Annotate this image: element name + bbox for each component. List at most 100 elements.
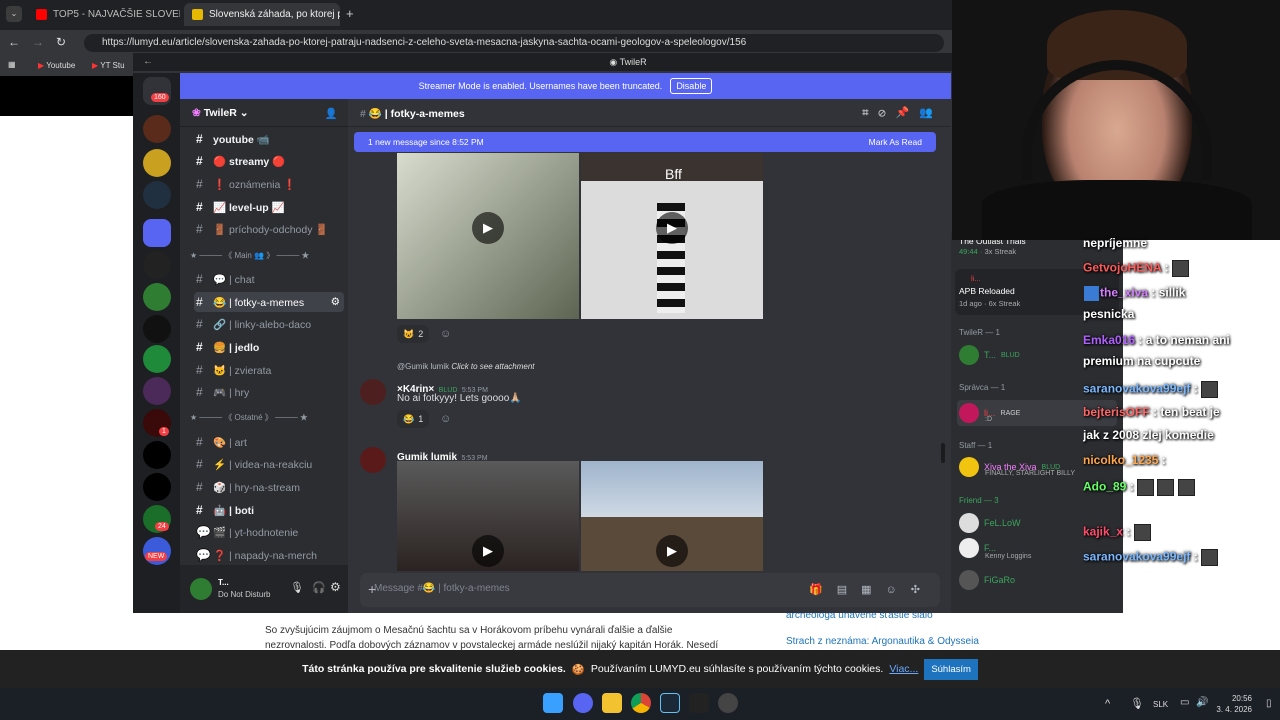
emote-icon: [1201, 549, 1219, 566]
new-messages-bar[interactable]: 1 new message since 8:52 PM Mark As Read: [354, 132, 936, 152]
back-arrow-icon[interactable]: ←: [143, 56, 153, 67]
app-icon[interactable]: [718, 693, 738, 713]
play-icon[interactable]: ▶: [472, 212, 504, 244]
channel-streamy[interactable]: # 🔴 streamy 🔴: [194, 151, 344, 171]
server-icon[interactable]: [143, 377, 171, 405]
chevron-up-icon[interactable]: ^: [1105, 698, 1110, 710]
app-icon[interactable]: [689, 693, 709, 713]
add-reaction-icon[interactable]: ☺: [440, 328, 451, 340]
invite-icon[interactable]: 👤: [325, 107, 338, 120]
activity-meta: 1d ago · 6x Streak: [959, 299, 1021, 308]
reload-icon[interactable]: ↻: [56, 35, 66, 49]
video-attachment[interactable]: ▶: [397, 153, 579, 319]
server-name-header[interactable]: ❀ TwileR ⌄ 👤: [180, 99, 348, 127]
channel-napady[interactable]: 💬 ❓ | napady-na-merch: [194, 545, 344, 565]
channel-fotky-a-memes[interactable]: # 😂 | fotky-a-memes ⚙: [194, 292, 344, 312]
avatar[interactable]: [360, 447, 386, 473]
video-caption: Bff: [665, 166, 682, 182]
reaction-emoji-icon: 😺: [403, 328, 415, 339]
bookmark-yt-studio[interactable]: ▶ YT Stu: [92, 61, 125, 70]
settings-icon[interactable]: ⚙: [331, 296, 340, 308]
channel-hry-na-stream[interactable]: # 🎲 | hry-na-stream: [194, 477, 344, 497]
server-icon[interactable]: [143, 473, 171, 501]
file-explorer-icon[interactable]: [602, 693, 622, 713]
server-icon[interactable]: [143, 441, 171, 469]
tab-2[interactable]: Slovenská záhada, po ktorej pát✕: [184, 3, 340, 26]
member-item[interactable]: FiGaRo: [959, 570, 1015, 590]
sidebar-link[interactable]: Strach z neznáma: Argonautika & Odysseia: [786, 636, 979, 647]
reply-preview[interactable]: @Gumik lumik Click to see attachment: [397, 362, 535, 371]
channel-hry[interactable]: # 🎮 | hry: [194, 382, 344, 402]
channel-chat[interactable]: # 💬 | chat: [194, 269, 344, 289]
tab-1[interactable]: TOP5 - NAJVAČŠIE SLOVENSKÉ✕: [28, 3, 180, 26]
play-icon[interactable]: ▶: [472, 535, 504, 567]
tab-list-button[interactable]: ⌄: [6, 6, 22, 22]
category-main[interactable]: ★ ──── 《 Main 👥 》 ──── ★: [190, 250, 309, 261]
composer-toolbar-icons[interactable]: 🎁▤▦☺✣: [809, 583, 934, 596]
channel-zvierata[interactable]: # 🐱 | zvierata: [194, 360, 344, 380]
chat-line: nicolko_1235 :: [1083, 453, 1166, 467]
steam-icon[interactable]: [660, 693, 680, 713]
more-link[interactable]: Viac...: [889, 663, 918, 675]
channel-youtube[interactable]: # youtube 📹: [194, 129, 344, 149]
add-reaction-icon[interactable]: ☺: [440, 413, 451, 425]
video-attachment[interactable]: Bff ▶: [581, 153, 763, 319]
language-indicator[interactable]: SLK: [1153, 700, 1168, 709]
reaction[interactable]: 😺 2: [397, 325, 430, 343]
server-icon[interactable]: [143, 181, 171, 209]
headphones-icon[interactable]: 🎧: [312, 581, 326, 594]
volume-icon[interactable]: 🔊: [1196, 697, 1208, 708]
start-icon[interactable]: [543, 693, 563, 713]
microphone-icon[interactable]: 🎙: [1130, 697, 1144, 710]
video-attachment[interactable]: ▶: [581, 461, 763, 571]
folder-icon[interactable]: [143, 219, 171, 247]
category-ostatne[interactable]: ★ ──── 《 Ostatné 》 ──── ★: [190, 412, 308, 423]
scrollbar[interactable]: [941, 443, 945, 463]
hash-icon: #: [196, 295, 203, 309]
member-group: Správca — 1: [959, 383, 1006, 392]
clock-date[interactable]: 3. 4. 2026: [1214, 705, 1252, 714]
notifications-icon[interactable]: ▯: [1266, 698, 1272, 709]
discord-taskbar-icon[interactable]: [573, 693, 593, 713]
clock-time[interactable]: 20:56: [1226, 694, 1252, 703]
avatar[interactable]: [360, 379, 386, 405]
server-icon[interactable]: [143, 149, 171, 177]
network-icon[interactable]: ▭: [1180, 697, 1189, 708]
header-toolbar-icons[interactable]: ⌗⊘📌👥: [862, 106, 943, 120]
url-field[interactable]: https://lumyd.eu/article/slovenska-zahad…: [84, 34, 944, 52]
channel-jedlo[interactable]: # 🍔 | jedlo: [194, 337, 344, 357]
video-attachment[interactable]: ▶: [397, 461, 579, 571]
channel-level-up[interactable]: # 📈 level-up 📈: [194, 197, 344, 217]
mark-as-read-button[interactable]: Mark As Read: [869, 137, 922, 147]
avatar[interactable]: [190, 578, 212, 600]
server-icon[interactable]: [143, 251, 171, 279]
bookmark-youtube[interactable]: ▶ Youtube: [38, 61, 75, 70]
hash-icon: #: [196, 222, 203, 236]
server-icon[interactable]: [143, 283, 171, 311]
chrome-icon[interactable]: [631, 693, 651, 713]
accept-cookies-button[interactable]: Súhlasím: [924, 658, 978, 680]
kick-server-icon[interactable]: [143, 345, 171, 373]
apps-icon[interactable]: ▦: [8, 60, 16, 69]
channel-oznamenia[interactable]: # ❗ oznámenia ❗: [194, 174, 344, 194]
member-item[interactable]: FeL.LoW: [959, 513, 1021, 533]
channel-yt-hodnotenie[interactable]: 💬 🎬 | yt-hodnotenie: [194, 522, 344, 542]
channel-prichody[interactable]: # 🚪 príchody-odchody 🚪: [194, 219, 344, 239]
new-tab-button[interactable]: +: [346, 6, 354, 21]
microphone-icon[interactable]: 🎙: [290, 581, 304, 594]
member-item[interactable]: T... BLUD: [959, 345, 1020, 365]
channel-videa[interactable]: # ⚡ | videa-na-reakciu: [194, 454, 344, 474]
forward-icon[interactable]: →: [32, 35, 44, 49]
reaction[interactable]: 😂 1: [397, 410, 430, 428]
channel-linky[interactable]: # 🔗 | linky-alebo-daco: [194, 314, 344, 334]
back-icon[interactable]: ←: [8, 35, 20, 49]
play-icon[interactable]: ▶: [656, 212, 688, 244]
add-attachment-icon[interactable]: +: [368, 581, 376, 597]
channel-art[interactable]: # 🎨 | art: [194, 432, 344, 452]
server-icon[interactable]: [143, 315, 171, 343]
channel-boti[interactable]: # 🤖 | boti: [194, 500, 344, 520]
server-icon[interactable]: [143, 115, 171, 143]
disable-button[interactable]: Disable: [670, 78, 713, 94]
settings-icon[interactable]: ⚙: [330, 580, 341, 594]
play-icon[interactable]: ▶: [656, 535, 688, 567]
